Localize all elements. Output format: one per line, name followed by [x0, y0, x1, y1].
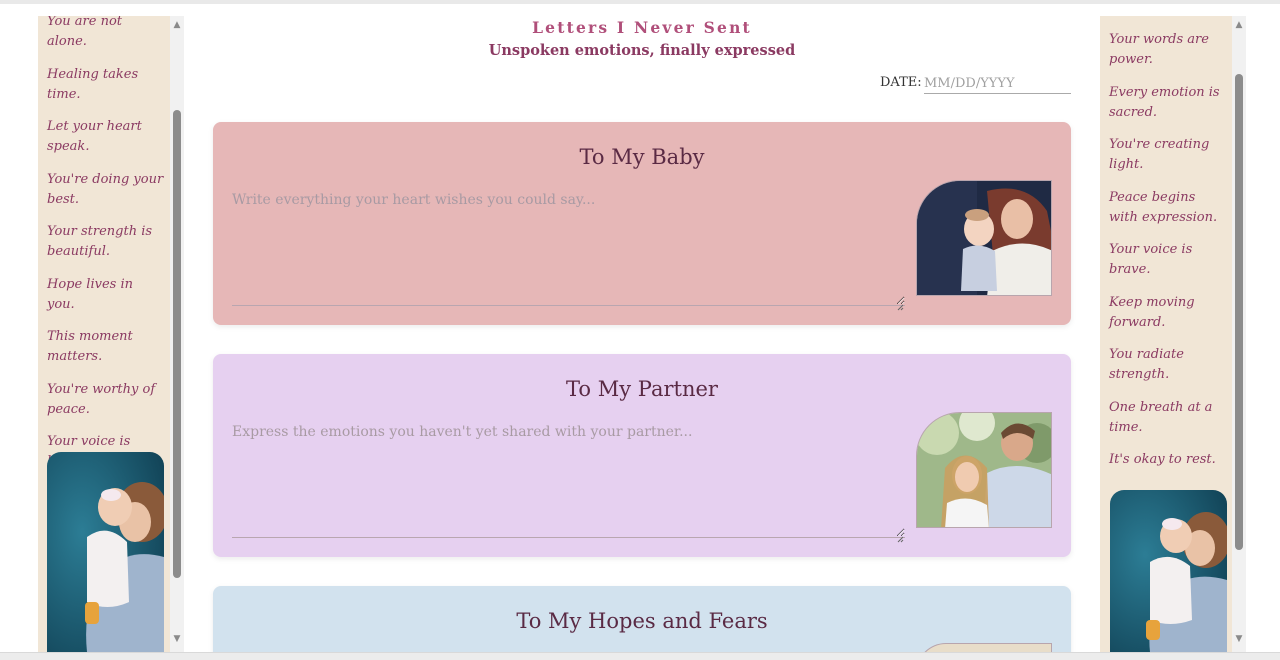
- window-top-edge: [0, 0, 1280, 4]
- affirmation-quote: Let your heart speak.: [47, 119, 142, 154]
- left-panel-scrollbar[interactable]: ▲ ▼: [170, 16, 184, 652]
- scroll-down-arrow-icon[interactable]: ▼: [1234, 634, 1244, 644]
- left-quote-list: You are not alone. Healing takes time. L…: [38, 16, 170, 485]
- date-input[interactable]: [924, 74, 1071, 94]
- letter-card-title: To My Partner: [566, 377, 718, 401]
- affirmation-quote: This moment matters.: [47, 329, 133, 364]
- letter-card-baby: To My Baby: [213, 122, 1071, 325]
- affirmation-quote: It's okay to rest.: [1109, 452, 1216, 467]
- affirmation-quote: Every emotion is sacred.: [1109, 84, 1220, 120]
- affirmation-quote: Healing takes time.: [47, 66, 139, 102]
- affirmation-quote: Hope lives in you.: [47, 276, 133, 312]
- affirmation-quote: Keep moving forward.: [1109, 294, 1195, 330]
- affirmation-quote: You are not alone.: [47, 16, 122, 49]
- scroll-up-arrow-icon[interactable]: ▲: [172, 20, 182, 30]
- left-affirmation-panel: You are not alone. Healing takes time. L…: [38, 16, 170, 652]
- resize-grip-icon[interactable]: [896, 296, 904, 311]
- scroll-down-arrow-icon[interactable]: ▼: [172, 634, 182, 644]
- mother-child-photo: [1110, 490, 1227, 652]
- affirmation-quote: One breath at a time.: [1109, 399, 1213, 435]
- page-title: Letters I Never Sent: [532, 18, 752, 37]
- letter-card-title: To My Hopes and Fears: [516, 609, 768, 633]
- window-bottom-edge: [0, 652, 1280, 660]
- date-label: DATE:: [880, 75, 922, 90]
- affirmation-quote: You're creating light.: [1109, 137, 1210, 172]
- right-quote-list: Your words are power. Every emotion is s…: [1100, 30, 1232, 483]
- scroll-up-arrow-icon[interactable]: ▲: [1234, 20, 1244, 30]
- mother-child-photo: [47, 452, 164, 652]
- affirmation-quote: Your words are power.: [1109, 32, 1209, 67]
- page-subtitle: Unspoken emotions, finally expressed: [488, 42, 796, 59]
- mother-baby-photo: [916, 180, 1052, 296]
- affirmation-quote: Your strength is beautiful.: [47, 224, 153, 259]
- letter-textarea-partner[interactable]: [232, 422, 905, 538]
- letter-card-hopes-fears: To My Hopes and Fears: [213, 586, 1071, 660]
- letter-card-partner: To My Partner: [213, 354, 1071, 557]
- affirmation-quote: You're doing your best.: [47, 171, 164, 207]
- affirmation-quote: Peace begins with expression.: [1109, 189, 1218, 225]
- right-affirmation-panel: Your words are power. Every emotion is s…: [1100, 16, 1232, 652]
- letter-card-title: To My Baby: [579, 145, 705, 169]
- affirmation-quote: You radiate strength.: [1109, 347, 1184, 382]
- scroll-thumb[interactable]: [1235, 74, 1243, 550]
- letter-textarea-baby[interactable]: [232, 190, 905, 306]
- scroll-thumb[interactable]: [173, 110, 181, 578]
- resize-grip-icon[interactable]: [896, 528, 904, 543]
- affirmation-quote: Your voice is brave.: [1109, 242, 1193, 277]
- date-row: DATE:: [880, 74, 1071, 94]
- right-panel-scrollbar[interactable]: ▲ ▼: [1232, 16, 1246, 652]
- couple-photo: [916, 412, 1052, 528]
- affirmation-quote: You're worthy of peace.: [47, 381, 156, 417]
